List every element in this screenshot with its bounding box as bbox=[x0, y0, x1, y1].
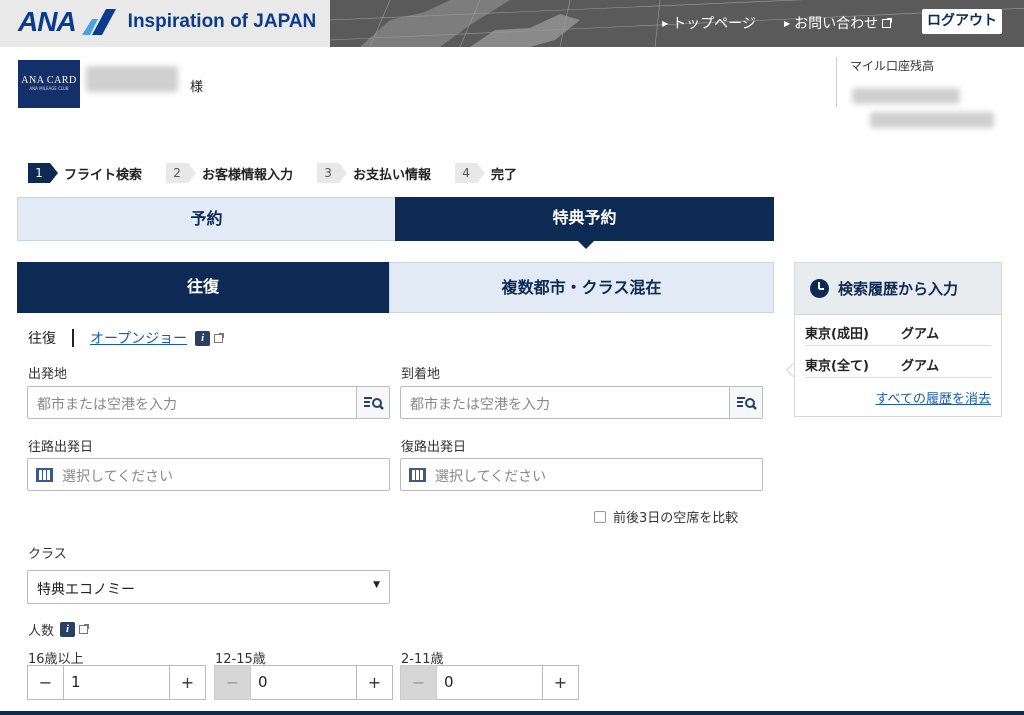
origin-label: 出発地 bbox=[28, 367, 68, 382]
bottom-border bbox=[0, 711, 1024, 715]
youth-increment-button[interactable]: + bbox=[356, 665, 393, 700]
step-number: 1 bbox=[28, 163, 58, 183]
youth-count[interactable]: 0 bbox=[251, 665, 356, 700]
child-increment-button[interactable]: + bbox=[542, 665, 579, 700]
logout-button[interactable]: ログアウト bbox=[922, 9, 1002, 34]
external-link-icon bbox=[214, 332, 225, 343]
miles-value-redacted bbox=[852, 88, 960, 104]
history-item[interactable]: 東京(成田) グアム bbox=[805, 315, 991, 346]
progress-steps: 1 フライト検索 2 お客様情報入力 3 お支払い情報 4 完了 bbox=[28, 162, 541, 184]
return-date-placeholder: 選択してください bbox=[435, 469, 547, 485]
depart-date-label: 往路出発日 bbox=[28, 440, 94, 455]
class-label: クラス bbox=[28, 547, 67, 562]
child-decrement-button[interactable]: − bbox=[400, 665, 437, 700]
member-name-redacted bbox=[86, 66, 178, 92]
triangle-right-icon: ▶ bbox=[662, 19, 669, 28]
info-icon[interactable]: i bbox=[195, 330, 211, 346]
child-count[interactable]: 0 bbox=[437, 665, 542, 700]
pax-label-row: 人数 i bbox=[28, 620, 90, 639]
child-stepper[interactable]: − 0 + bbox=[400, 665, 579, 700]
logo-brand: ANA bbox=[18, 6, 77, 37]
destination-input[interactable]: 都市または空港を入力 bbox=[400, 386, 763, 419]
logo-tagline: Inspiration of JAPAN bbox=[127, 11, 317, 32]
return-date-input[interactable]: 選択してください bbox=[400, 458, 763, 491]
tab-reservation[interactable]: 予約 bbox=[17, 197, 396, 241]
nav-top-page[interactable]: ▶ トップページ bbox=[662, 13, 756, 33]
trip-type-current: 往復 bbox=[28, 331, 56, 347]
history-item[interactable]: 東京(全て) グアム bbox=[805, 347, 991, 378]
nav-contact[interactable]: ▶ お問い合わせ bbox=[784, 13, 893, 33]
youth-stepper[interactable]: − 0 + bbox=[214, 665, 393, 700]
compare-3days-option[interactable]: 前後3日の空席を比較 bbox=[594, 507, 738, 526]
destination-label: 到着地 bbox=[401, 367, 441, 382]
step-label: お支払い情報 bbox=[353, 167, 432, 183]
nav-contact-label: お問い合わせ bbox=[794, 16, 879, 32]
depart-date-input[interactable]: 選択してください bbox=[27, 458, 390, 491]
nav-top-page-label: トップページ bbox=[672, 16, 756, 32]
clear-history-link[interactable]: すべての履歴を消去 bbox=[875, 388, 991, 407]
card-line2: ANA MILEAGE CLUB bbox=[29, 86, 69, 91]
airport-search-button[interactable] bbox=[729, 387, 762, 418]
divider bbox=[72, 329, 74, 347]
step-payment: 3 お支払い情報 bbox=[317, 163, 431, 183]
step-complete: 4 完了 bbox=[455, 163, 517, 183]
class-select[interactable]: 特典エコノミー ▼ bbox=[27, 570, 390, 604]
adult-stepper[interactable]: − 1 + bbox=[27, 665, 206, 700]
ana-logo[interactable]: ANA Inspiration of JAPAN bbox=[18, 6, 316, 38]
tab-multi-city[interactable]: 複数都市・クラス混在 bbox=[389, 262, 774, 313]
origin-placeholder: 都市または空港を入力 bbox=[37, 397, 177, 413]
step-flight-search: 1 フライト検索 bbox=[28, 163, 142, 183]
step-number: 2 bbox=[166, 163, 197, 183]
tab-roundtrip[interactable]: 往復 bbox=[17, 262, 389, 313]
compare-label: 前後3日の空席を比較 bbox=[613, 511, 739, 526]
adult-increment-button[interactable]: + bbox=[169, 665, 206, 700]
destination-placeholder: 都市または空港を入力 bbox=[410, 397, 550, 413]
tab-award-reservation[interactable]: 特典予約 bbox=[395, 197, 774, 249]
history-to: グアム bbox=[901, 327, 940, 342]
open-jaw-link[interactable]: オープンジョー bbox=[90, 328, 187, 348]
origin-input[interactable]: 都市または空港を入力 bbox=[27, 386, 390, 419]
return-date-label: 復路出発日 bbox=[401, 440, 467, 455]
calendar-icon bbox=[409, 468, 426, 482]
clock-icon bbox=[810, 279, 829, 298]
history-from: 東京(全て) bbox=[805, 359, 869, 374]
adult-count[interactable]: 1 bbox=[64, 665, 169, 700]
history-to: グアム bbox=[901, 359, 940, 374]
search-history-panel: 検索履歴から入力 東京(成田) グアム 東京(全て) グアム すべての履歴を消去 bbox=[794, 262, 1002, 417]
pax-label: 人数 bbox=[28, 624, 55, 639]
adult-decrement-button[interactable]: − bbox=[27, 665, 64, 700]
logo-slash-icon bbox=[81, 9, 116, 35]
calendar-icon bbox=[36, 468, 53, 482]
airport-search-button[interactable] bbox=[356, 387, 389, 418]
depart-date-placeholder: 選択してください bbox=[62, 469, 174, 485]
info-icon[interactable]: i bbox=[60, 622, 76, 637]
miles-expiry-redacted bbox=[870, 112, 994, 128]
trip-type-row: 往復 オープンジョー i bbox=[28, 328, 225, 348]
class-selected-value: 特典エコノミー bbox=[37, 582, 135, 598]
dropdown-arrow-icon: ▼ bbox=[373, 580, 380, 590]
card-line1: ANA CARD bbox=[21, 75, 77, 86]
header-bar: ANA Inspiration of JAPAN ▶ トップページ ▶ お問い合わせ… bbox=[0, 0, 1024, 47]
step-label: お客様情報入力 bbox=[202, 167, 294, 183]
history-from: 東京(成田) bbox=[805, 327, 869, 342]
list-search-icon bbox=[737, 397, 757, 410]
external-link-icon bbox=[79, 624, 90, 634]
triangle-right-icon: ▶ bbox=[784, 19, 791, 28]
honorific: 様 bbox=[190, 80, 204, 95]
step-customer-info: 2 お客様情報入力 bbox=[166, 163, 293, 183]
youth-decrement-button[interactable]: − bbox=[214, 665, 251, 700]
step-number: 3 bbox=[317, 163, 348, 183]
step-label: 完了 bbox=[491, 167, 518, 183]
external-link-icon bbox=[882, 18, 893, 28]
history-header: 検索履歴から入力 bbox=[795, 263, 1001, 315]
list-search-icon bbox=[364, 397, 384, 410]
ana-card-image: ANA CARD ANA MILEAGE CLUB bbox=[18, 60, 80, 108]
step-number: 4 bbox=[455, 163, 486, 183]
compare-checkbox[interactable] bbox=[594, 510, 606, 523]
history-title: 検索履歴から入力 bbox=[838, 280, 959, 298]
miles-label: マイル口座残高 bbox=[850, 59, 935, 73]
step-label: フライト検索 bbox=[64, 167, 143, 183]
